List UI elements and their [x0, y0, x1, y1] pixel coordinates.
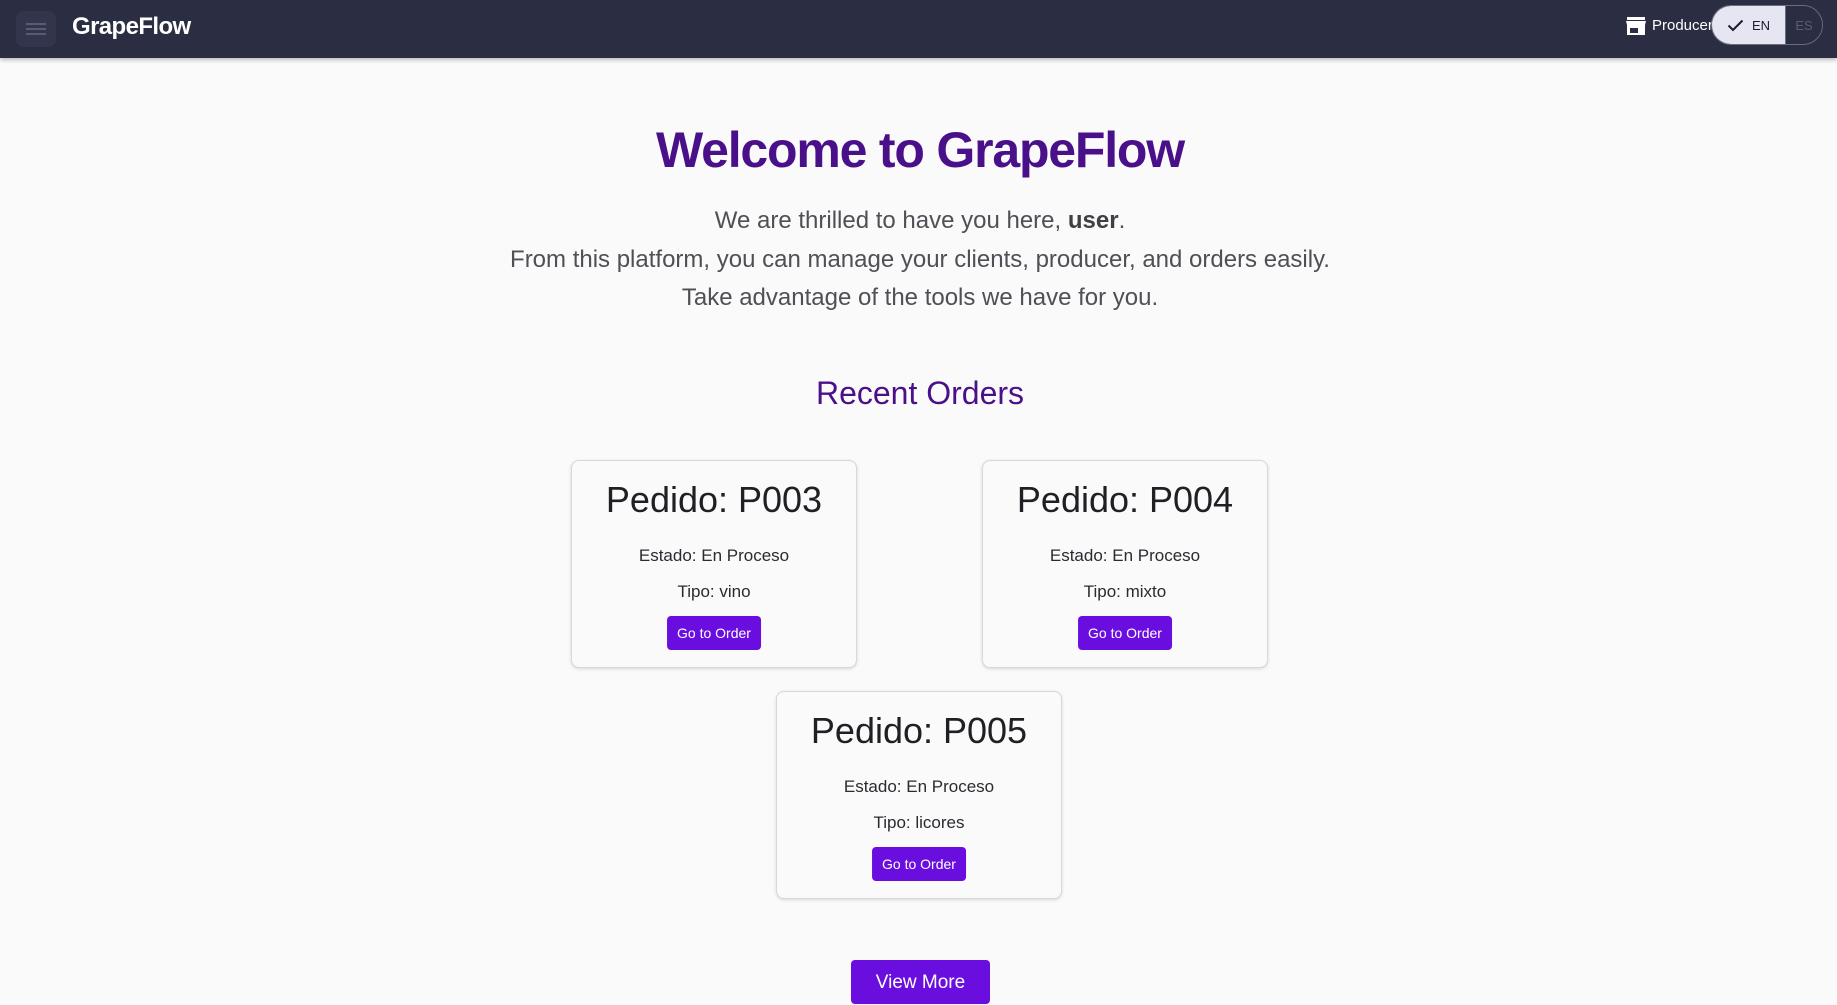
order-title: Pedido: P004 [1016, 479, 1234, 520]
welcome-intro: We are thrilled to have you here, user. … [0, 202, 1837, 318]
language-toggle[interactable]: EN ES [1711, 5, 1823, 45]
view-more-button[interactable]: View More [851, 960, 990, 1004]
welcome-line-1-prefix: We are thrilled to have you here, [714, 207, 1068, 234]
username: user [1067, 207, 1119, 234]
order-status: Estado: En Proceso [843, 777, 995, 796]
order-card: Pedido: P003 Estado: En Proceso Tipo: vi… [571, 460, 857, 668]
producer-label: Producer [1652, 17, 1713, 34]
order-status: Estado: En Proceso [638, 546, 790, 565]
order-type: Tipo: licores [873, 813, 965, 832]
producer-menu-button[interactable]: Producer [1626, 16, 1713, 36]
go-to-order-button[interactable]: Go to Order [1078, 616, 1172, 650]
recent-orders-title: Recent Orders [815, 375, 1025, 411]
language-option-en[interactable]: EN [1712, 6, 1786, 44]
order-card: Pedido: P005 Estado: En Proceso Tipo: li… [776, 691, 1062, 899]
welcome-line-2: From this platform, you can manage your … [510, 245, 1330, 273]
go-to-order-button[interactable]: Go to Order [872, 847, 966, 881]
go-to-order-button[interactable]: Go to Order [667, 616, 761, 650]
menu-button[interactable] [16, 11, 56, 47]
main-content: Welcome to GrapeFlow We are thrilled to … [0, 58, 1837, 1004]
check-icon [1727, 19, 1744, 31]
store-icon [1626, 17, 1646, 35]
order-type: Tipo: mixto [1083, 582, 1167, 601]
language-option-es[interactable]: ES [1786, 6, 1822, 44]
welcome-line-1-suffix: . [1118, 207, 1126, 234]
app-brand-title[interactable]: GrapeFlow [72, 13, 191, 41]
order-title: Pedido: P003 [605, 479, 823, 520]
order-type: Tipo: vino [677, 582, 751, 601]
language-en-label: EN [1751, 17, 1771, 33]
order-card: Pedido: P004 Estado: En Proceso Tipo: mi… [982, 460, 1268, 668]
language-es-label: ES [1795, 17, 1813, 33]
order-status: Estado: En Proceso [1049, 546, 1201, 565]
welcome-title: Welcome to GrapeFlow [656, 122, 1185, 178]
order-title: Pedido: P005 [810, 710, 1028, 751]
welcome-line-1: We are thrilled to have you here, user. [0, 202, 1837, 241]
hamburger-menu-icon [26, 23, 46, 35]
welcome-line-3: Take advantage of the tools we have for … [681, 284, 1159, 311]
top-app-bar: GrapeFlow Producer EN ES [0, 0, 1837, 58]
